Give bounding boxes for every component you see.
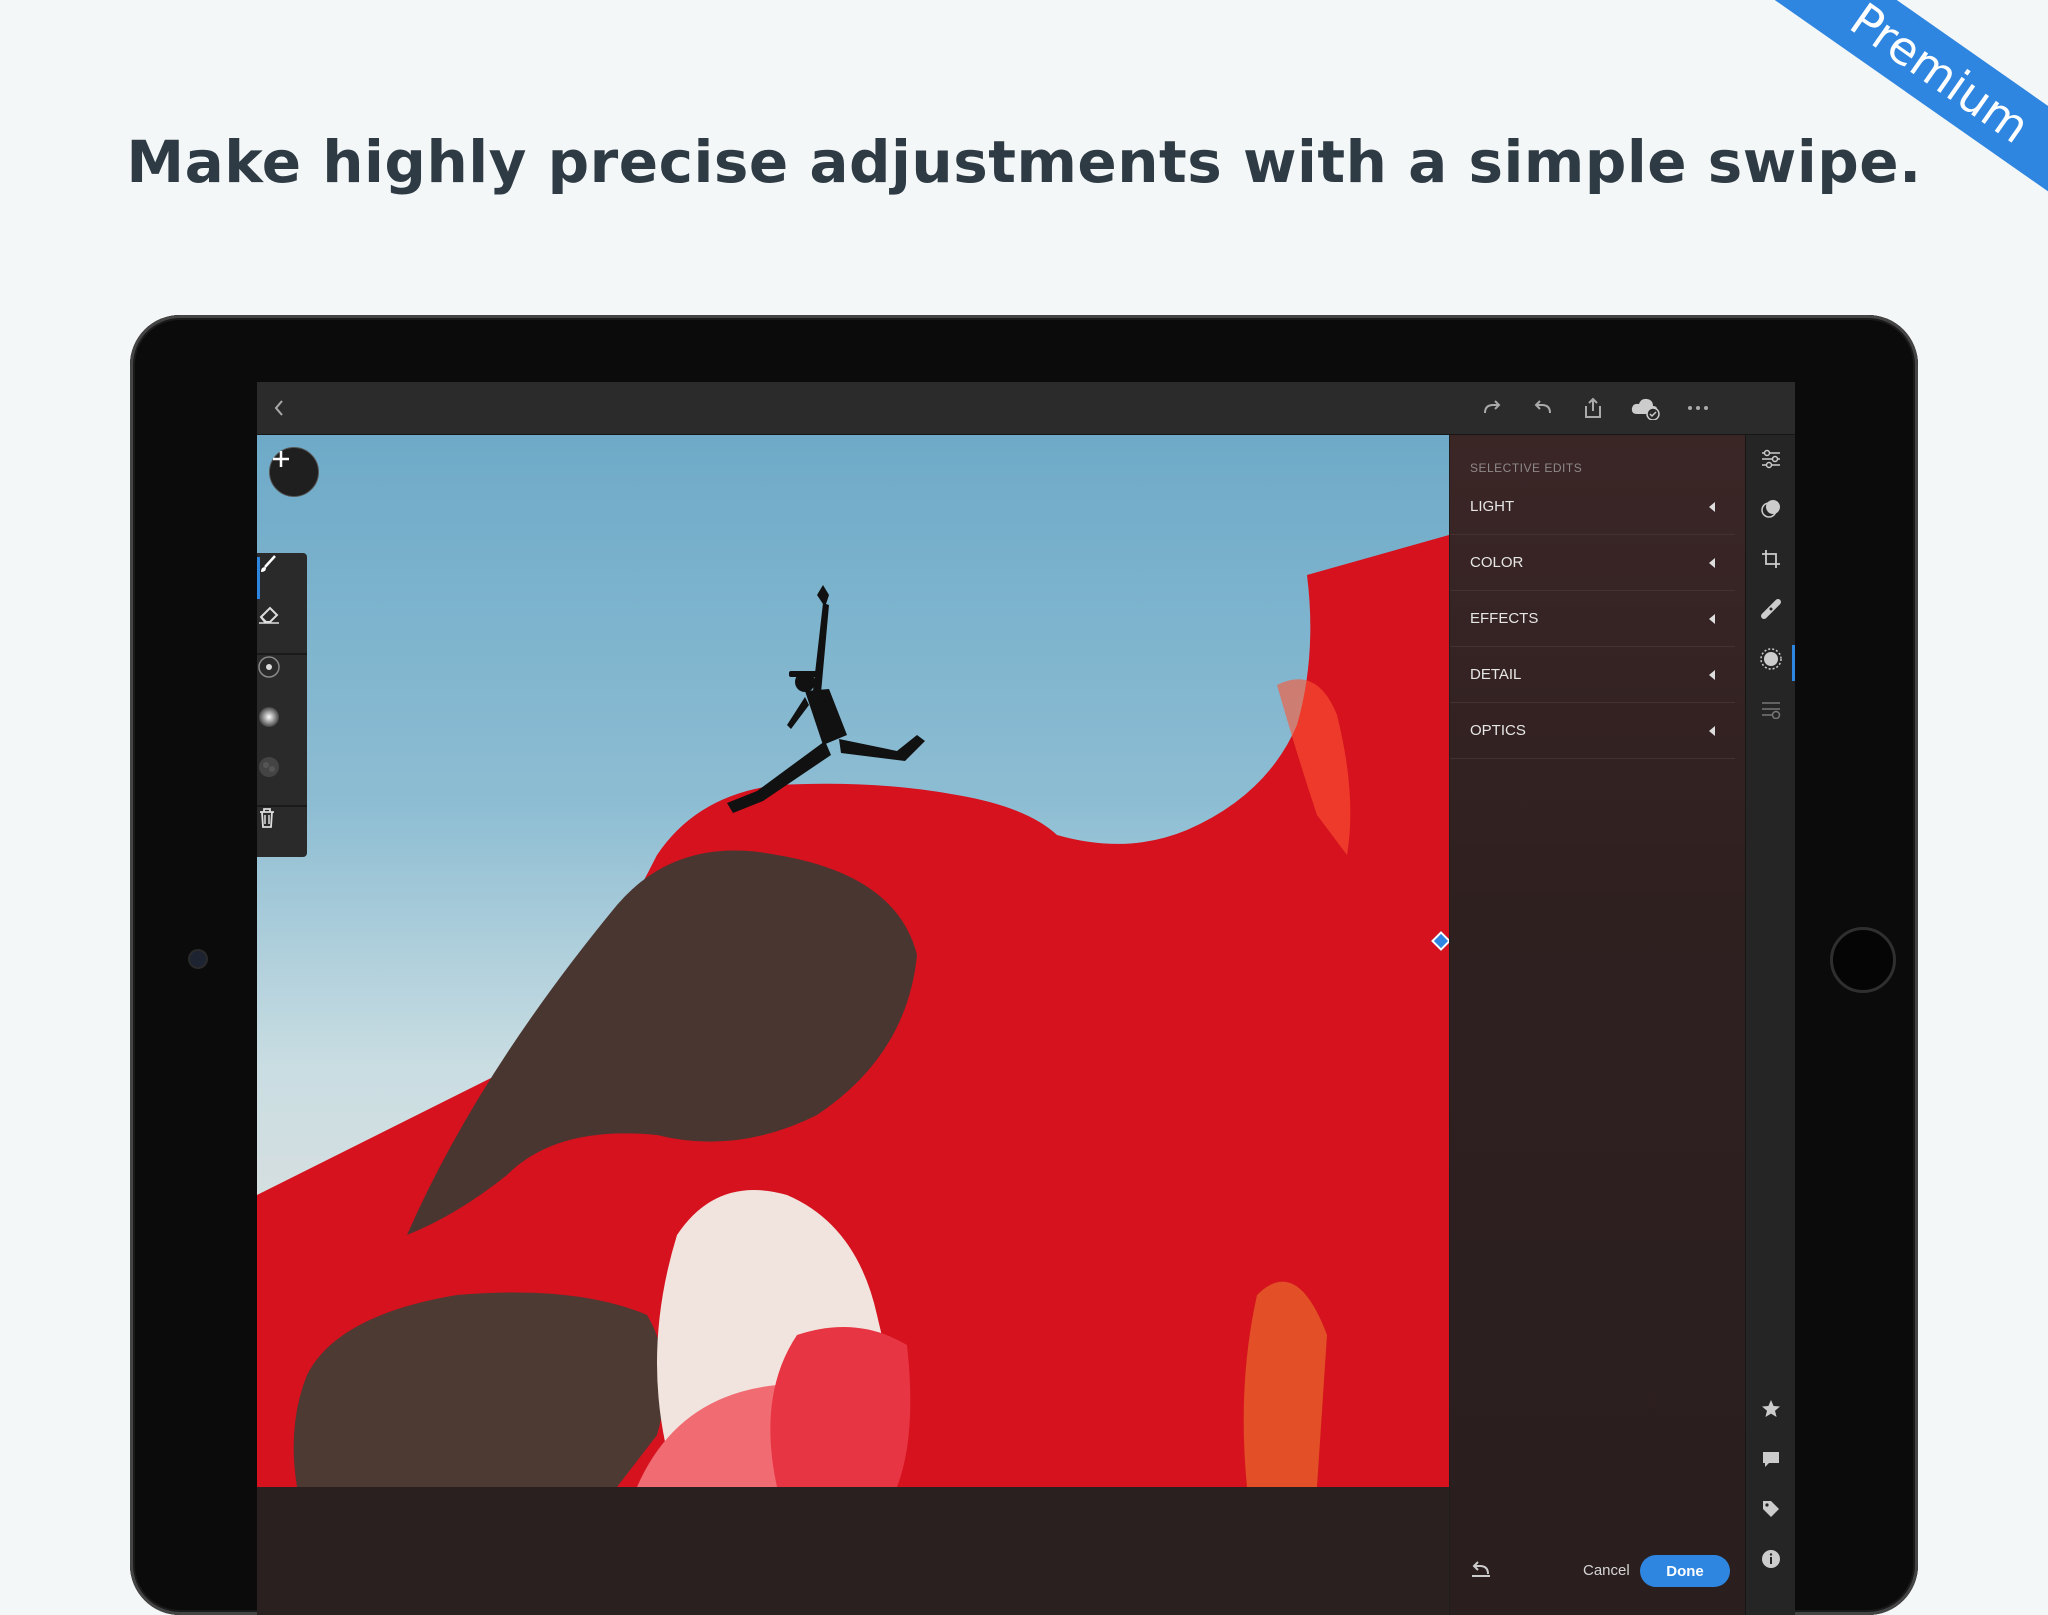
panel-title: SELECTIVE EDITS — [1470, 461, 1583, 475]
delete-icon[interactable] — [257, 807, 307, 857]
info-icon[interactable] — [1755, 1543, 1787, 1575]
section-light[interactable]: LIGHT — [1450, 479, 1735, 535]
section-label: COLOR — [1470, 554, 1524, 571]
cloud-sync-icon[interactable] — [1629, 392, 1661, 424]
section-label: OPTICS — [1470, 722, 1526, 739]
presets-icon[interactable] — [1755, 493, 1787, 525]
rating-icon[interactable] — [1755, 1393, 1787, 1425]
section-label: LIGHT — [1470, 498, 1515, 515]
section-color[interactable]: COLOR — [1450, 535, 1735, 591]
comment-icon[interactable] — [1755, 1443, 1787, 1475]
section-label: DETAIL — [1470, 666, 1522, 683]
right-tool-rail — [1745, 435, 1795, 1615]
caret-left-icon — [1709, 557, 1715, 568]
panel-actions: Cancel Done — [1450, 1552, 1745, 1592]
radial-gradient-icon[interactable] — [257, 655, 307, 705]
redo-icon[interactable] — [1476, 392, 1508, 424]
caret-left-icon — [1709, 501, 1715, 512]
mask-tools — [257, 553, 307, 857]
crop-icon[interactable] — [1755, 543, 1787, 575]
healing-icon[interactable] — [1755, 593, 1787, 625]
brush-icon[interactable] — [257, 553, 307, 603]
home-button[interactable] — [1830, 927, 1896, 993]
headline: Make highly precise adjustments with a s… — [126, 128, 1922, 196]
caret-left-icon — [1709, 669, 1715, 680]
filmstrip-area — [257, 1487, 1449, 1615]
app-screen: SELECTIVE EDITS LIGHT COLOR EFFECTS DETA… — [257, 382, 1795, 1615]
range-mask-icon[interactable] — [257, 755, 307, 805]
undo-icon[interactable] — [1527, 392, 1559, 424]
share-icon[interactable] — [1577, 392, 1609, 424]
back-icon[interactable] — [263, 392, 295, 424]
caret-left-icon — [1709, 613, 1715, 624]
section-label: EFFECTS — [1470, 610, 1539, 627]
tag-icon[interactable] — [1755, 1493, 1787, 1525]
cancel-button[interactable]: Cancel — [1583, 1562, 1630, 1579]
versions-icon[interactable] — [1755, 693, 1787, 725]
edit-sliders-icon[interactable] — [1755, 443, 1787, 475]
done-button[interactable]: Done — [1640, 1555, 1730, 1587]
reset-icon[interactable] — [1470, 1560, 1492, 1583]
more-icon[interactable] — [1682, 392, 1714, 424]
section-effects[interactable]: EFFECTS — [1450, 591, 1735, 647]
eraser-icon[interactable] — [257, 603, 307, 653]
section-detail[interactable]: DETAIL — [1450, 647, 1735, 703]
selective-edits-panel: SELECTIVE EDITS LIGHT COLOR EFFECTS DETA… — [1450, 435, 1745, 1615]
photo-canvas[interactable] — [257, 435, 1449, 1487]
add-mask-button[interactable] — [269, 447, 319, 497]
active-indicator — [1792, 645, 1795, 681]
section-optics[interactable]: OPTICS — [1450, 703, 1735, 759]
ipad-frame: SELECTIVE EDITS LIGHT COLOR EFFECTS DETA… — [130, 315, 1918, 1615]
linear-gradient-icon[interactable] — [257, 705, 307, 755]
top-toolbar — [257, 382, 1795, 435]
camera-icon — [190, 951, 206, 967]
caret-left-icon — [1709, 725, 1715, 736]
selective-icon[interactable] — [1755, 643, 1787, 675]
